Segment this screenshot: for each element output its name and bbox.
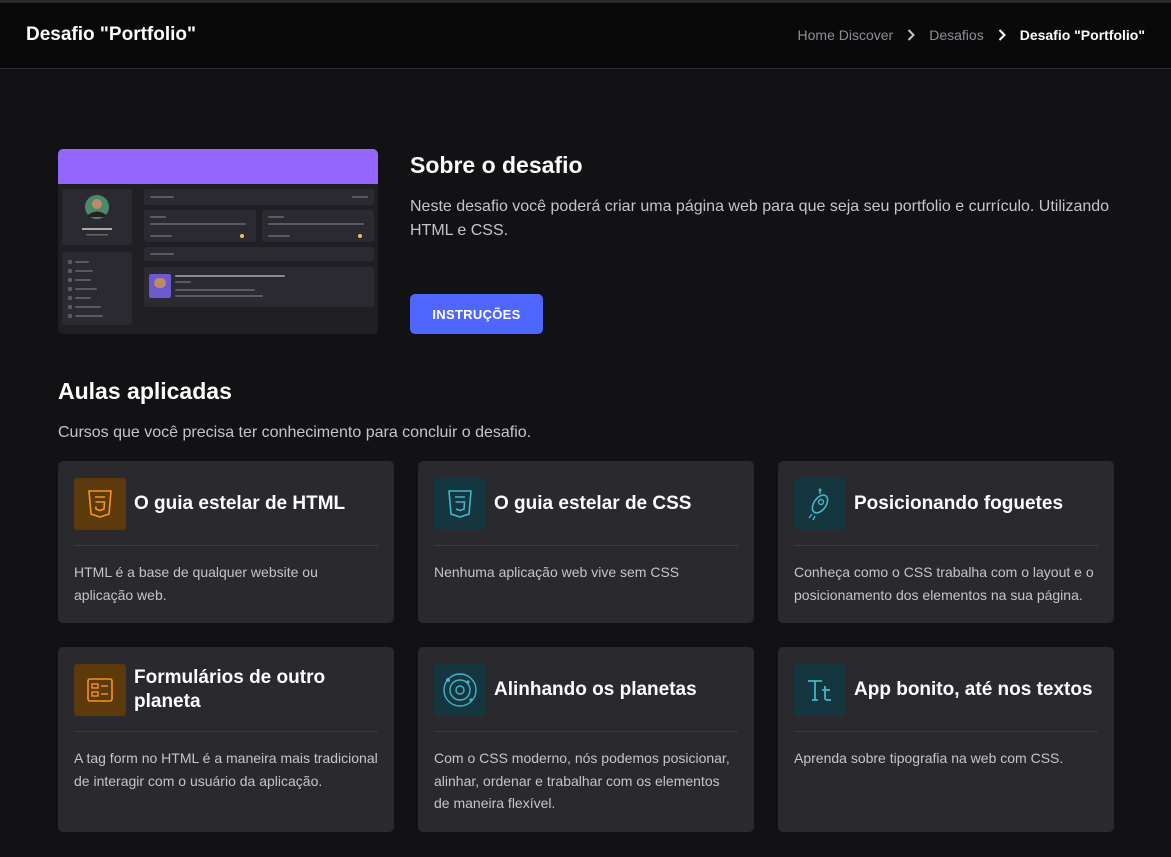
instructions-button[interactable]: INSTRUÇÕES — [410, 294, 543, 334]
divider — [794, 731, 1098, 732]
page-title: Desafio "Portfolio" — [26, 24, 197, 45]
lesson-card-title: App bonito, até nos textos — [854, 678, 1093, 700]
html5-icon — [74, 477, 126, 530]
divider — [794, 545, 1098, 546]
lesson-card-description: HTML é a base de qualquer website ou apl… — [74, 564, 318, 603]
lesson-card-header: O guia estelar de CSS — [434, 477, 738, 530]
lesson-card-header: Formulários de outro planeta — [74, 663, 378, 716]
form-icon — [74, 663, 126, 716]
chevron-right-icon — [996, 28, 1008, 42]
lessons-title: Aulas aplicadas — [58, 378, 232, 404]
lesson-card-header: Alinhando os planetas — [434, 663, 738, 716]
divider — [434, 731, 738, 732]
breadcrumb: Home Discover Desafios Desafio "Portfoli… — [798, 27, 1145, 43]
preview-banner — [58, 149, 378, 184]
top-bar: Desafio "Portfolio" Home Discover Desafi… — [0, 0, 1171, 69]
lesson-card-header: Posicionando foguetes — [794, 477, 1098, 530]
orbit-icon — [434, 663, 486, 716]
lessons-subtitle: Cursos que você precisa ter conhecimento… — [58, 424, 532, 441]
about-description: Neste desafio você poderá criar uma pági… — [410, 198, 1110, 239]
chevron-right-icon — [905, 28, 917, 42]
lesson-card-header: App bonito, até nos textos — [794, 663, 1098, 716]
challenge-preview-image — [58, 149, 378, 334]
breadcrumb-home-discover[interactable]: Home Discover — [798, 27, 894, 43]
lesson-card-positioning[interactable]: Posicionando foguetes Conheça como o CSS… — [778, 461, 1114, 623]
lesson-card-title: Posicionando foguetes — [854, 492, 1064, 514]
lesson-card-description: A tag form no HTML é a maneira mais trad… — [74, 750, 378, 789]
css3-icon — [434, 477, 486, 530]
lesson-card-css[interactable]: O guia estelar de CSS Nenhuma aplicação … — [418, 461, 754, 623]
breadcrumb-current: Desafio "Portfolio" — [1019, 27, 1145, 43]
lesson-card-title: Alinhando os planetas — [494, 678, 697, 700]
preview-menu-card — [62, 252, 132, 325]
lesson-card-typography[interactable]: App bonito, até nos textos Aprenda sobre… — [778, 647, 1114, 832]
lesson-card-flexbox[interactable]: Alinhando os planetas Com o CSS moderno,… — [418, 647, 754, 832]
preview-project-card — [144, 210, 256, 242]
lesson-card-description: Com o CSS moderno, nós podemos posiciona… — [434, 750, 730, 811]
rocket-icon — [794, 477, 846, 530]
preview-profile-card — [62, 189, 132, 245]
divider — [74, 731, 378, 732]
lesson-card-title: O guia estelar de HTML — [134, 492, 346, 514]
preview-post-card — [144, 267, 374, 307]
preview-posts-header — [144, 247, 374, 261]
lesson-card-title: O guia estelar de CSS — [494, 492, 692, 514]
lesson-card-title: Formulários de outro planeta — [134, 666, 326, 712]
lesson-card-header: O guia estelar de HTML — [74, 477, 378, 530]
breadcrumb-desafios[interactable]: Desafios — [929, 27, 983, 43]
lesson-card-description: Conheça como o CSS trabalha com o layout… — [794, 564, 1094, 603]
lesson-card-description: Nenhuma aplicação web vive sem CSS — [434, 564, 680, 580]
about-section: Sobre o desafio Neste desafio você poder… — [410, 152, 1130, 243]
divider — [434, 545, 738, 546]
preview-project-card — [262, 210, 374, 242]
lesson-card-forms[interactable]: Formulários de outro planeta A tag form … — [58, 647, 394, 832]
preview-projects-header — [144, 189, 374, 205]
about-title: Sobre o desafio — [410, 152, 583, 178]
lesson-card-html[interactable]: O guia estelar de HTML HTML é a base de … — [58, 461, 394, 623]
lesson-card-description: Aprenda sobre tipografia na web com CSS. — [794, 750, 1064, 766]
divider — [74, 545, 378, 546]
typography-icon — [794, 663, 846, 716]
